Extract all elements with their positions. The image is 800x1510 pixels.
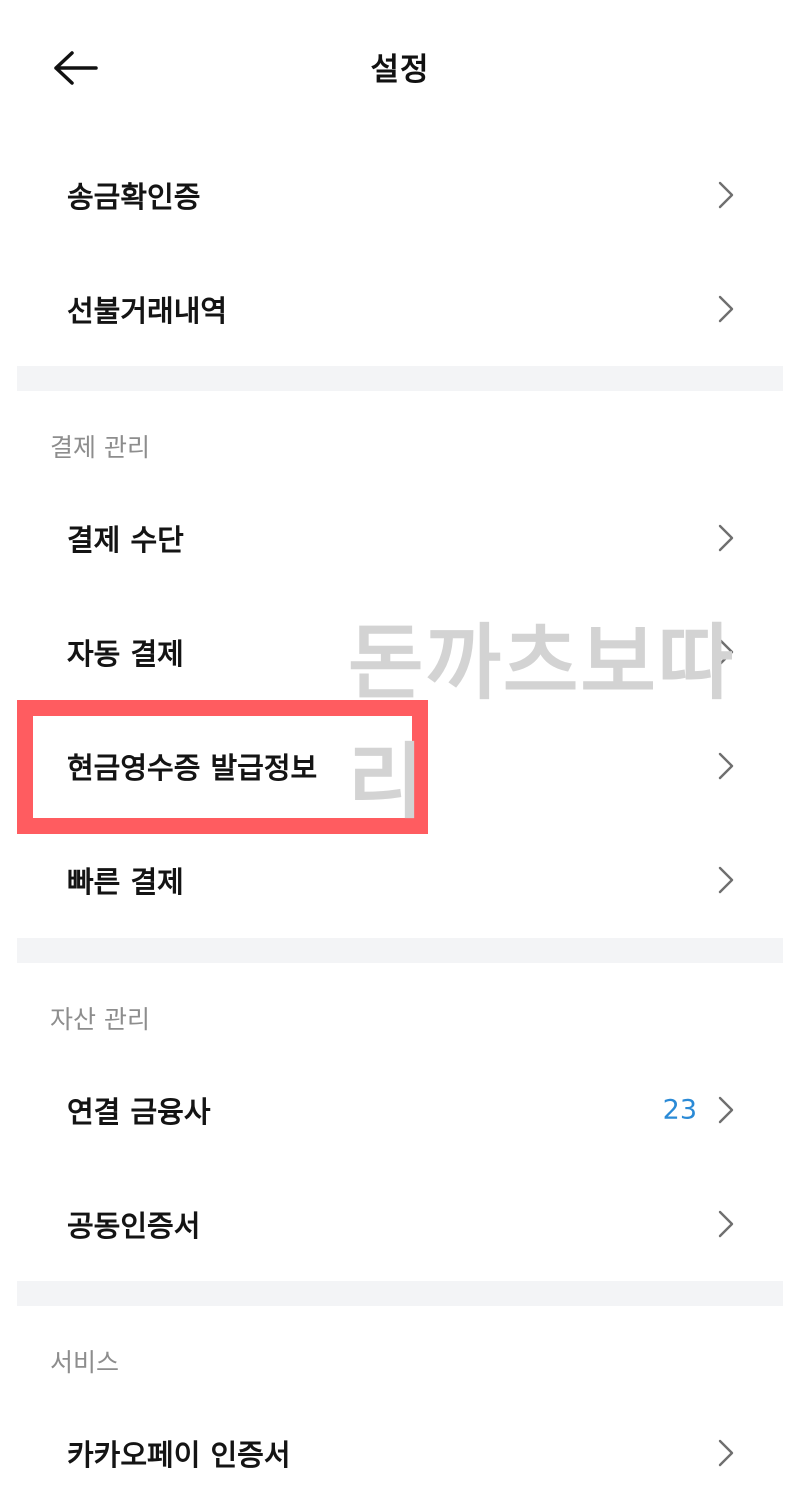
chevron-right-icon — [718, 866, 734, 894]
chevron-right-icon — [718, 638, 734, 666]
menu-item-label: 카카오페이 인증서 — [67, 1438, 291, 1472]
menu-item-prepaid-history[interactable]: 선불거래내역 — [17, 252, 783, 366]
page-title: 설정 — [370, 52, 430, 88]
count-badge: 23 — [662, 1094, 697, 1126]
menu-item-kakaopay-certificate[interactable]: 카카오페이 인증서 — [17, 1396, 783, 1510]
menu-item-label: 연결 금융사 — [67, 1095, 211, 1129]
menu-item-joint-certificate[interactable]: 공동인증서 — [17, 1167, 783, 1281]
chevron-right-icon — [718, 1210, 734, 1238]
chevron-right-icon — [718, 1439, 734, 1467]
payment-section: 결제 수단 자동 결제 현금영수증 발급정보 빠른 결제 — [17, 481, 783, 937]
chevron-right-icon — [718, 752, 734, 780]
menu-item-cash-receipt-info[interactable]: 현금영수증 발급정보 — [17, 709, 783, 823]
menu-item-label: 자동 결제 — [67, 637, 184, 671]
section-label-service: 서비스 — [50, 1348, 120, 1377]
menu-item-quick-payment[interactable]: 빠른 결제 — [17, 823, 783, 937]
menu-item-label: 현금영수증 발급정보 — [67, 751, 318, 785]
section-divider — [17, 938, 783, 963]
menu-item-transfer-certificate[interactable]: 송금확인증 — [17, 138, 783, 252]
section-divider — [17, 366, 783, 391]
section-label-payment: 결제 관리 — [50, 433, 150, 462]
menu-item-label: 선불거래내역 — [67, 294, 228, 328]
menu-item-label: 송금확인증 — [67, 180, 201, 214]
chevron-right-icon — [718, 181, 734, 209]
assets-section: 연결 금융사 23 공동인증서 — [17, 1053, 783, 1281]
chevron-right-icon — [718, 1096, 734, 1124]
menu-item-auto-payment[interactable]: 자동 결제 — [17, 595, 783, 709]
top-section: 송금확인증 선불거래내역 — [17, 138, 783, 366]
service-section: 카카오페이 인증서 — [17, 1396, 783, 1510]
menu-item-payment-method[interactable]: 결제 수단 — [17, 481, 783, 595]
menu-item-label: 공동인증서 — [67, 1209, 201, 1243]
section-label-assets: 자산 관리 — [50, 1005, 150, 1034]
section-divider — [17, 1281, 783, 1306]
app-header: 설정 — [0, 0, 800, 135]
chevron-right-icon — [718, 295, 734, 323]
menu-item-linked-institutions[interactable]: 연결 금융사 23 — [17, 1053, 783, 1167]
menu-item-label: 빠른 결제 — [67, 865, 184, 899]
chevron-right-icon — [718, 524, 734, 552]
menu-item-label: 결제 수단 — [67, 523, 184, 557]
